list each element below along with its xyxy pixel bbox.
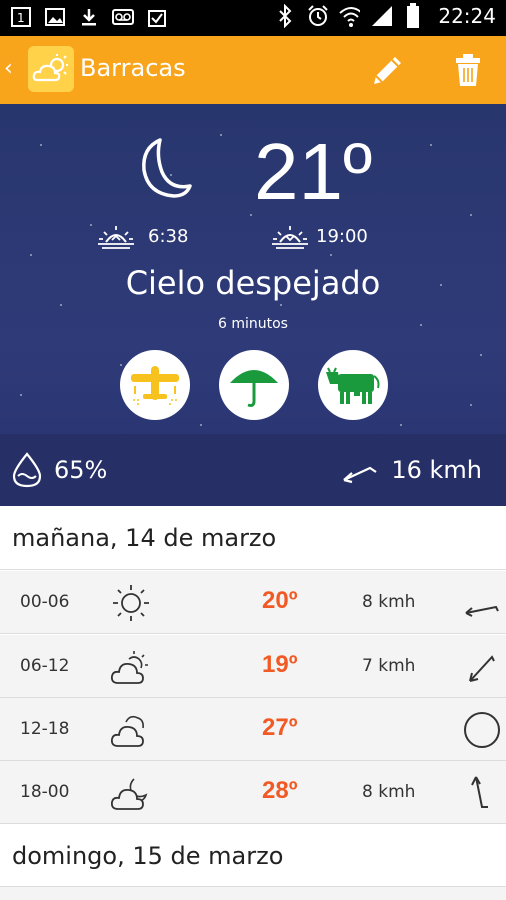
- star-dot: [200, 424, 202, 426]
- svg-text:1: 1: [17, 11, 25, 25]
- star-dot: [280, 304, 282, 306]
- period-temperature: 27º: [262, 714, 298, 741]
- status-bar: 1 22:24: [0, 0, 506, 36]
- period: 12-18: [20, 719, 70, 739]
- app-logo-icon[interactable]: [28, 46, 74, 92]
- day-label: domingo, 15 de marzo: [12, 842, 284, 870]
- star-dot: [480, 354, 482, 356]
- cloud-icon: [110, 715, 144, 747]
- current-weather-panel: 21º 6:38 19:00 Cielo despejado 6 minutos: [0, 104, 506, 506]
- sunrise-time: 6:38: [148, 226, 189, 247]
- next-row-peek: [0, 886, 506, 900]
- advice-umbrella[interactable]: [219, 350, 289, 420]
- clipboard-check-icon: [146, 6, 168, 28]
- current-details-bar: 65% 16 kmh: [0, 434, 506, 506]
- period-wind: 8 kmh: [362, 592, 416, 612]
- arrow-up-icon: [471, 776, 488, 808]
- bluetooth-icon: [274, 4, 296, 28]
- cow-icon: [326, 367, 380, 404]
- sunset-time: 19:00: [316, 226, 368, 247]
- period-temperature: 28º: [262, 777, 298, 804]
- calm-circle-icon: [464, 712, 500, 748]
- sim-1-icon: 1: [10, 6, 32, 28]
- forecast-row[interactable]: 18-00 28º 8 kmh: [0, 761, 506, 824]
- arrow-down-left-icon: [469, 655, 495, 682]
- sun-icon: [113, 585, 149, 621]
- updated-ago: 6 minutos: [218, 316, 288, 332]
- arrow-down-left-icon: [465, 605, 499, 617]
- forecast-row[interactable]: 06-12 19º 7 kmh: [0, 635, 506, 698]
- star-dot: [60, 304, 62, 306]
- star-dot: [330, 254, 332, 256]
- current-temperature: 21º: [254, 127, 373, 216]
- advice-cow[interactable]: [318, 350, 388, 420]
- delete-button[interactable]: [448, 50, 488, 90]
- star-dot: [120, 364, 122, 366]
- battery-icon: [402, 3, 424, 28]
- edit-button[interactable]: [368, 50, 408, 90]
- humidity-value: 65%: [54, 456, 108, 484]
- plane-icon: [131, 366, 179, 405]
- forecast-row[interactable]: 12-18 27º: [0, 698, 506, 761]
- download-icon: [78, 6, 100, 28]
- wifi-icon: [338, 5, 361, 27]
- trash-icon: [456, 54, 480, 86]
- advice-plane[interactable]: [120, 350, 190, 420]
- star-dot: [400, 424, 402, 426]
- day-header[interactable]: domingo, 15 de marzo: [0, 824, 506, 888]
- period-temperature: 19º: [262, 651, 298, 678]
- star-dot: [90, 224, 92, 226]
- period-temperature: 20º: [262, 587, 298, 614]
- star-dot: [40, 144, 42, 146]
- cloud-sun-icon: [110, 651, 148, 684]
- humidity-drop-icon: [12, 452, 42, 488]
- star-dot: [220, 134, 222, 136]
- star-dot: [30, 254, 32, 256]
- period: 18-00: [20, 782, 70, 802]
- cloud-moon-icon: [110, 778, 148, 810]
- image-icon: [44, 6, 66, 28]
- wind-direction-icon: [343, 466, 377, 484]
- sunrise-icon: [98, 226, 134, 249]
- star-dot: [470, 404, 472, 406]
- umbrella-icon: [230, 370, 278, 407]
- period-wind: 8 kmh: [362, 782, 416, 802]
- period: 06-12: [20, 656, 70, 676]
- period-wind: 7 kmh: [362, 656, 416, 676]
- status-time: 22:24: [438, 4, 496, 28]
- condition-text: Cielo despejado: [125, 264, 381, 302]
- period: 00-06: [20, 592, 70, 612]
- alarm-icon: [306, 5, 329, 27]
- voicemail-icon: [112, 6, 134, 28]
- moon-icon: [142, 138, 192, 198]
- day-label: mañana, 14 de marzo: [12, 524, 277, 552]
- sunset-icon: [272, 226, 308, 249]
- star-dot: [470, 214, 472, 216]
- app-bar: ‹ Barracas: [0, 36, 506, 104]
- star-dot: [250, 214, 252, 216]
- star-dot: [430, 144, 432, 146]
- pencil-icon: [374, 57, 401, 84]
- back-chevron-icon[interactable]: ‹: [4, 56, 13, 81]
- page-title: Barracas: [80, 54, 186, 82]
- star-dot: [20, 394, 22, 396]
- signal-icon: [370, 5, 393, 27]
- wind-value: 16 kmh: [391, 456, 482, 484]
- forecast-row[interactable]: 00-06 20º 8 kmh: [0, 571, 506, 634]
- day-header[interactable]: mañana, 14 de marzo: [0, 506, 506, 570]
